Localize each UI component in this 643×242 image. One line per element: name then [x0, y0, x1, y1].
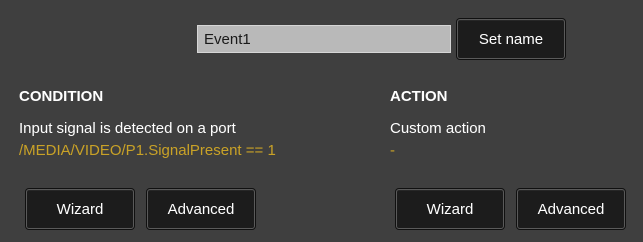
set-name-button[interactable]: Set name — [457, 19, 565, 59]
action-description: Custom action — [390, 120, 486, 137]
condition-heading: CONDITION — [19, 88, 104, 105]
condition-detail: /MEDIA/VIDEO/P1.SignalPresent == 1 — [19, 142, 276, 159]
action-advanced-button[interactable]: Advanced — [517, 189, 625, 229]
condition-advanced-button[interactable]: Advanced — [147, 189, 255, 229]
condition-wizard-button[interactable]: Wizard — [26, 189, 134, 229]
action-wizard-button[interactable]: Wizard — [396, 189, 504, 229]
action-heading: ACTION — [390, 88, 448, 105]
action-detail: - — [390, 142, 395, 159]
event-name-input[interactable] — [197, 25, 451, 53]
condition-description: Input signal is detected on a port — [19, 120, 236, 137]
event-editor-panel: Set name CONDITION Input signal is detec… — [0, 0, 643, 242]
